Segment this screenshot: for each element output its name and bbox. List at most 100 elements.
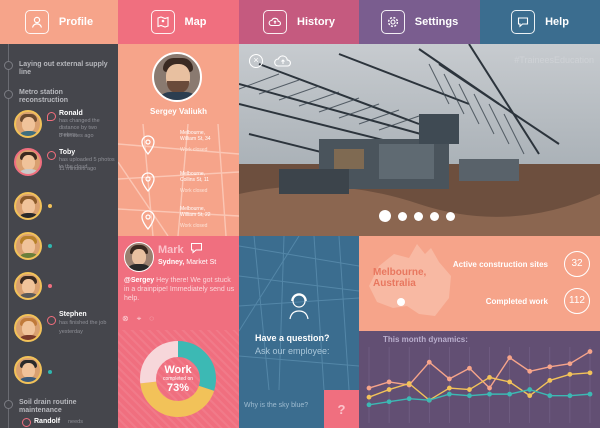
slide-dot[interactable] — [430, 211, 439, 221]
profile-avatar[interactable] — [152, 52, 202, 102]
tab-map[interactable]: Map — [118, 0, 239, 44]
series-0-point[interactable] — [507, 355, 513, 361]
section-title[interactable]: Soil drain routine maintenance — [19, 399, 109, 415]
timeline-line — [8, 44, 9, 428]
series-2-point[interactable] — [507, 391, 513, 397]
close-icon[interactable]: ⊗ — [122, 314, 129, 324]
series-2-point[interactable] — [567, 393, 573, 399]
series-line-0 — [368, 350, 591, 390]
ask-question-button[interactable]: ? — [324, 390, 359, 428]
series-1-point[interactable] — [587, 370, 593, 376]
series-1-point[interactable] — [446, 385, 452, 391]
series-0-point[interactable] — [527, 368, 533, 374]
completed-work-label: Completed work — [485, 297, 548, 306]
place-item[interactable]: Melbourne, William St, 34 Work closed — [180, 130, 211, 153]
series-1-point[interactable] — [527, 393, 533, 399]
place-item[interactable]: Melbourne, William St, 22 Work closed — [180, 206, 211, 229]
series-0-point[interactable] — [547, 364, 553, 370]
series-2-point[interactable] — [587, 391, 593, 397]
photo-slider[interactable]: × #TraineesEducation — [239, 44, 600, 236]
series-1-point[interactable] — [467, 387, 472, 392]
series-1-point[interactable] — [366, 394, 372, 400]
series-2-point[interactable] — [446, 391, 452, 397]
avatar[interactable] — [14, 232, 42, 260]
reply-icon[interactable]: ◌ — [149, 314, 154, 324]
avatar[interactable] — [14, 110, 42, 138]
tab-history[interactable]: History — [239, 0, 359, 44]
slide-dot[interactable] — [398, 211, 407, 221]
tab-settings[interactable]: Settings — [359, 0, 480, 44]
help-subtitle[interactable]: Ask our employee: — [255, 346, 330, 356]
profile-panel: Sergey Valiukh Melbourne, William St, 34… — [118, 44, 239, 236]
map-background — [118, 124, 239, 236]
feed-user-name[interactable]: Toby — [59, 149, 75, 156]
message-street: Market St — [186, 259, 217, 266]
stats-city: Melbourne, — [373, 267, 427, 278]
series-0-point[interactable] — [366, 385, 372, 391]
series-0-point[interactable] — [426, 359, 432, 365]
avatar[interactable] — [14, 148, 42, 176]
series-2-point[interactable] — [467, 393, 472, 399]
profile-name: Sergey Valiukh — [150, 107, 207, 116]
series-2-point[interactable] — [386, 399, 392, 405]
faq-item[interactable]: Why is the sky blue? — [239, 390, 324, 428]
slide-dot[interactable] — [446, 211, 455, 221]
eye-icon — [22, 418, 31, 427]
section-title[interactable]: Laying out external supply line — [19, 61, 109, 77]
series-2-point[interactable] — [366, 402, 372, 408]
avatar[interactable] — [14, 314, 42, 342]
timeline-node[interactable] — [4, 61, 13, 70]
series-0-point[interactable] — [446, 376, 452, 382]
series-1-point[interactable] — [406, 381, 412, 386]
message-mention[interactable]: @Sergey — [124, 277, 154, 284]
tab-label: Profile — [58, 16, 94, 28]
feed-user-name[interactable]: Stephen — [59, 311, 87, 318]
slider-dots — [379, 210, 455, 222]
dynamics-chart-panel: This month dynamics: — [359, 331, 600, 428]
active-sites-count[interactable]: 32 — [564, 251, 590, 277]
image-icon — [47, 151, 56, 160]
completed-work-count[interactable]: 112 — [564, 288, 590, 314]
donut-label: Work completed on 73% — [148, 364, 208, 394]
message-sender[interactable]: Mark — [158, 244, 184, 256]
close-icon[interactable]: × — [249, 54, 263, 68]
cloud-upload-icon[interactable] — [273, 54, 293, 68]
series-1-point[interactable] — [386, 387, 392, 392]
series-2-point[interactable] — [527, 387, 533, 392]
slide-dot[interactable] — [414, 211, 423, 221]
avatar[interactable] — [14, 272, 42, 300]
series-2-point[interactable] — [406, 396, 412, 402]
timeline-node[interactable] — [4, 400, 13, 409]
message-location: Sydney, Market St — [158, 259, 216, 266]
hashtag-label[interactable]: #TraineesEducation — [514, 55, 594, 65]
series-0-point[interactable] — [487, 385, 492, 391]
series-0-point[interactable] — [467, 365, 472, 371]
series-0-point[interactable] — [587, 349, 593, 354]
series-2-point[interactable] — [426, 397, 432, 403]
series-0-point[interactable] — [567, 361, 573, 367]
avatar[interactable] — [14, 192, 42, 220]
section-title[interactable]: Metro station reconstruction — [19, 89, 109, 105]
location-marker[interactable] — [397, 298, 405, 306]
timeline-node[interactable] — [4, 90, 13, 99]
location-pin-icon — [47, 112, 56, 121]
feed-user-name[interactable]: Ronald — [59, 110, 83, 117]
tab-profile[interactable]: Profile — [0, 0, 118, 44]
place-item[interactable]: Melbourne, Collins St, 11 Work closed — [180, 171, 209, 194]
series-1-point[interactable] — [487, 375, 492, 380]
series-2-point[interactable] — [487, 391, 492, 397]
place-street: William St, 22 — [180, 212, 211, 218]
help-title: Have a question? — [255, 333, 330, 343]
avatar[interactable] — [14, 356, 42, 384]
series-1-point[interactable] — [547, 378, 553, 383]
feed-user-name[interactable]: Randolf — [34, 418, 60, 425]
stats-location: Melbourne, Australia — [373, 267, 426, 289]
tab-help[interactable]: Help — [480, 0, 600, 44]
target-icon[interactable]: ⌖ — [137, 314, 142, 324]
series-2-point[interactable] — [547, 393, 553, 399]
slide-dot[interactable] — [379, 210, 391, 222]
series-0-point[interactable] — [386, 379, 392, 385]
series-1-point[interactable] — [567, 371, 573, 377]
series-1-point[interactable] — [507, 379, 513, 385]
avatar[interactable] — [124, 242, 154, 272]
